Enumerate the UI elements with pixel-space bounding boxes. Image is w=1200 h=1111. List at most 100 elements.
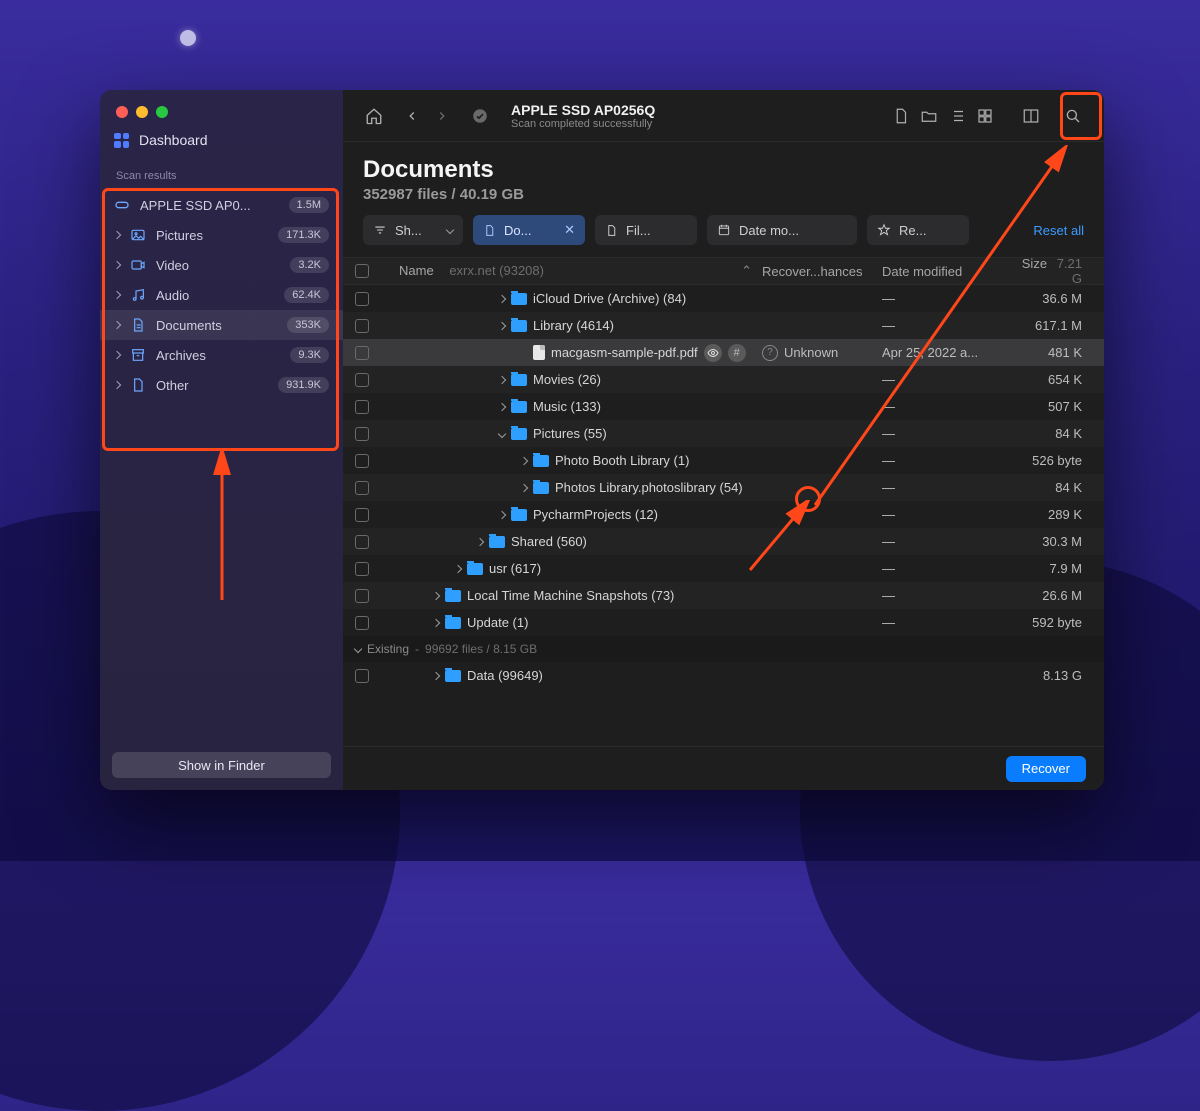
filter-bar: Sh... Do... ✕ Fil... Date mo... Re... Re… <box>343 215 1104 257</box>
sidebar-item-pictures[interactable]: Pictures 171.3K <box>100 220 343 250</box>
table-header: Name exrx.net (93208) ⌃ Recover...hances… <box>343 257 1104 285</box>
row-checkbox[interactable] <box>355 373 369 387</box>
chevron-right-icon[interactable] <box>520 456 528 464</box>
size-cell: 7.9 M <box>1012 561 1092 576</box>
filter-file[interactable]: Fil... <box>595 215 697 245</box>
app-window: Dashboard Scan results APPLE SSD AP0... … <box>100 90 1104 790</box>
view-list-button[interactable] <box>944 103 970 129</box>
home-button[interactable] <box>361 103 387 129</box>
row-name: Local Time Machine Snapshots (73) <box>467 588 674 603</box>
recover-button[interactable]: Recover <box>1006 756 1086 782</box>
table-row[interactable]: Update (1) — 592 byte <box>343 609 1104 636</box>
archive-icon <box>130 347 146 363</box>
column-recovery[interactable]: Recover...hances <box>762 264 882 279</box>
sidebar-item-documents[interactable]: Documents 353K <box>100 310 343 340</box>
existing-section-header[interactable]: Existing - 99692 files / 8.15 GB <box>343 636 1104 662</box>
chevron-down-icon[interactable] <box>498 429 506 437</box>
show-in-finder-button[interactable]: Show in Finder <box>112 752 331 778</box>
column-size[interactable]: Size 7.21 G <box>1012 257 1092 286</box>
chevron-right-icon[interactable] <box>498 375 506 383</box>
sidebar-item-archives[interactable]: Archives 9.3K <box>100 340 343 370</box>
table-row[interactable]: Local Time Machine Snapshots (73) — 26.6… <box>343 582 1104 609</box>
row-checkbox[interactable] <box>355 346 369 360</box>
chevron-right-icon[interactable] <box>498 294 506 302</box>
nav-back-button[interactable] <box>399 103 425 129</box>
row-checkbox[interactable] <box>355 319 369 333</box>
view-folder-button[interactable] <box>916 103 942 129</box>
maximize-window-button[interactable] <box>156 106 168 118</box>
chevron-right-icon[interactable] <box>454 564 462 572</box>
size-cell: 481 K <box>1012 345 1092 360</box>
folder-icon <box>489 536 505 548</box>
table-row[interactable]: iCloud Drive (Archive) (84) — 36.6 M <box>343 285 1104 312</box>
column-name[interactable]: Name exrx.net (93208) ⌃ <box>385 263 762 279</box>
sidebar-item-other[interactable]: Other 931.9K <box>100 370 343 400</box>
table-row[interactable]: usr (617) — 7.9 M <box>343 555 1104 582</box>
table-row[interactable]: Library (4614) — 617.1 M <box>343 312 1104 339</box>
row-checkbox[interactable] <box>355 669 369 683</box>
folder-icon <box>511 428 527 440</box>
row-name: Data (99649) <box>467 668 543 683</box>
row-checkbox[interactable] <box>355 292 369 306</box>
table-row[interactable]: Photos Library.photoslibrary (54) — 84 K <box>343 474 1104 501</box>
hex-view-button[interactable]: # <box>728 344 746 362</box>
row-checkbox[interactable] <box>355 508 369 522</box>
row-checkbox[interactable] <box>355 562 369 576</box>
row-checkbox[interactable] <box>355 589 369 603</box>
chevron-right-icon[interactable] <box>476 537 484 545</box>
row-checkbox[interactable] <box>355 535 369 549</box>
size-cell: 26.6 M <box>1012 588 1092 603</box>
table-row[interactable]: Music (133) — 507 K <box>343 393 1104 420</box>
row-name: Photo Booth Library (1) <box>555 453 689 468</box>
chevron-right-icon[interactable] <box>498 510 506 518</box>
table-row[interactable]: Photo Booth Library (1) — 526 byte <box>343 447 1104 474</box>
select-all-checkbox[interactable] <box>355 264 369 278</box>
row-checkbox[interactable] <box>355 400 369 414</box>
window-controls <box>100 100 343 132</box>
chevron-right-icon[interactable] <box>432 671 440 679</box>
dashboard-label: Dashboard <box>139 132 208 148</box>
filter-recovery[interactable]: Re... <box>867 215 969 245</box>
filter-date-modified[interactable]: Date mo... <box>707 215 857 245</box>
close-window-button[interactable] <box>116 106 128 118</box>
nav-forward-button[interactable] <box>429 103 455 129</box>
chevron-right-icon[interactable] <box>432 618 440 626</box>
page-subtitle: 352987 files / 40.19 GB <box>363 186 1084 203</box>
table-row[interactable]: PycharmProjects (12) — 289 K <box>343 501 1104 528</box>
view-file-button[interactable] <box>888 103 914 129</box>
doc-icon <box>130 317 146 333</box>
row-name: Pictures (55) <box>533 426 607 441</box>
preview-eye-button[interactable] <box>704 344 722 362</box>
table-row[interactable]: Pictures (55) — 84 K <box>343 420 1104 447</box>
minimize-window-button[interactable] <box>136 106 148 118</box>
filter-show[interactable]: Sh... <box>363 215 463 245</box>
date-cell: — <box>882 372 1012 387</box>
view-columns-button[interactable] <box>1018 103 1044 129</box>
table-row[interactable]: Data (99649) 8.13 G <box>343 662 1104 689</box>
chevron-right-icon[interactable] <box>520 483 528 491</box>
page-title: Documents <box>363 156 1084 184</box>
filter-document-type[interactable]: Do... ✕ <box>473 215 585 245</box>
view-grid-button[interactable] <box>972 103 998 129</box>
table-row[interactable]: Movies (26) — 654 K <box>343 366 1104 393</box>
folder-icon <box>511 320 527 332</box>
chevron-right-icon[interactable] <box>498 402 506 410</box>
table-row[interactable]: Shared (560) — 30.3 M <box>343 528 1104 555</box>
chevron-right-icon[interactable] <box>432 591 440 599</box>
row-checkbox[interactable] <box>355 616 369 630</box>
row-checkbox[interactable] <box>355 427 369 441</box>
dashboard-link[interactable]: Dashboard <box>100 132 343 156</box>
row-checkbox[interactable] <box>355 481 369 495</box>
date-cell: — <box>882 453 1012 468</box>
sidebar-item-audio[interactable]: Audio 62.4K <box>100 280 343 310</box>
row-checkbox[interactable] <box>355 454 369 468</box>
sidebar-drive[interactable]: APPLE SSD AP0... 1.5M <box>100 190 343 220</box>
reset-filters-link[interactable]: Reset all <box>1033 223 1084 238</box>
close-icon[interactable]: ✕ <box>564 222 575 238</box>
table-row[interactable]: macgasm-sample-pdf.pdf # ?Unknown Apr 25… <box>343 339 1104 366</box>
search-button[interactable] <box>1060 103 1086 129</box>
sidebar-item-video[interactable]: Video 3.2K <box>100 250 343 280</box>
chevron-down-icon <box>354 645 362 653</box>
column-date[interactable]: Date modified <box>882 264 1012 279</box>
chevron-right-icon[interactable] <box>498 321 506 329</box>
